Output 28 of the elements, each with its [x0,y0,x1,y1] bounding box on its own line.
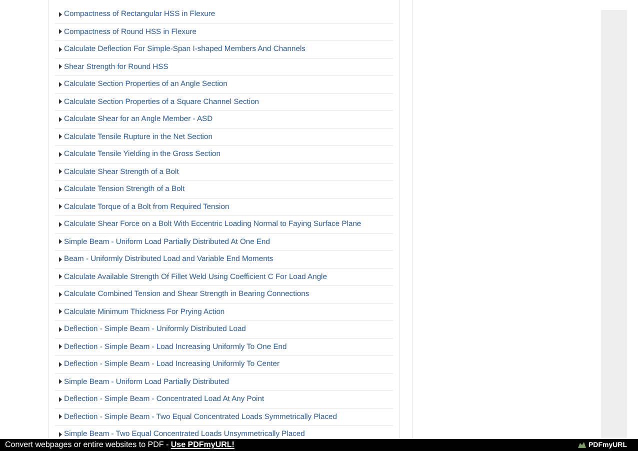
caret-icon [59,239,62,244]
caret-icon [59,326,62,332]
footer-link[interactable]: Use PDFmyURL! [170,441,234,449]
caret-icon [59,12,62,17]
caret-icon [59,186,62,192]
caret-icon [59,152,62,157]
footer-text: Convert webpages or entire websites to PDF - [5,441,170,449]
caret-icon [59,82,62,87]
caret-icon [59,396,62,402]
caret-icon [59,414,62,420]
caret-icon [59,64,62,70]
caret-icon [59,169,62,174]
caret-icon [59,116,62,122]
logo-icon [578,442,586,448]
caret-icon [59,222,62,227]
caret-icon [59,379,62,384]
caret-icon [59,29,62,34]
caret-icon [59,99,62,104]
caret-icon [59,362,62,367]
caret-icon [59,256,62,262]
caret-icon [59,134,62,140]
caret-icon [59,46,62,52]
caret-icon [59,204,62,210]
caret-icon [59,432,62,437]
caret-icon [59,344,62,350]
caret-icon [59,274,62,280]
caret-icon [59,292,62,297]
caret-icon [59,309,62,314]
